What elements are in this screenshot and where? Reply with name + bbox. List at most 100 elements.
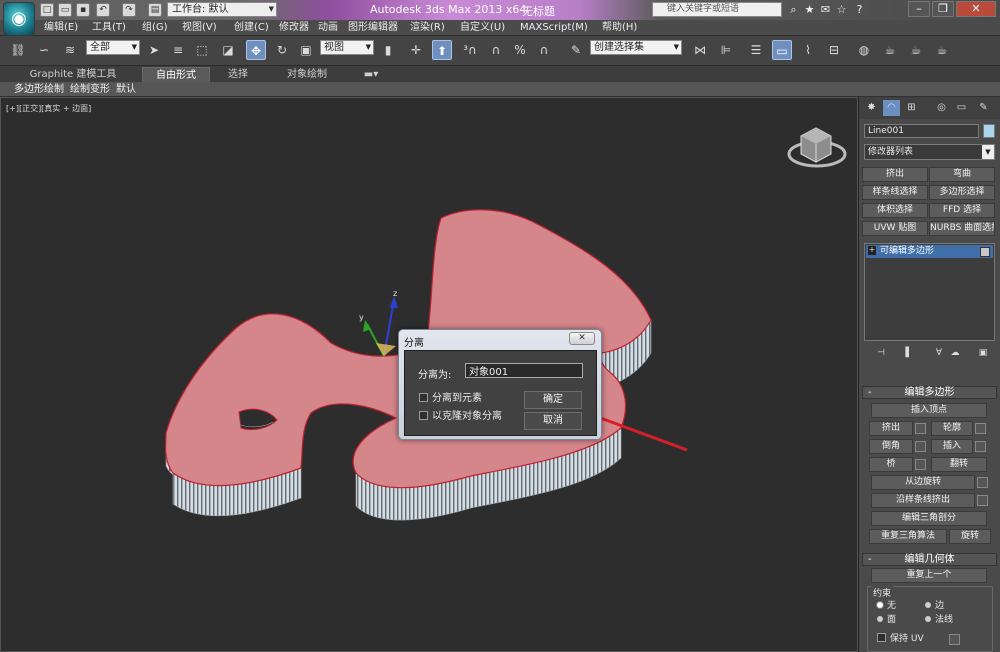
menu-create[interactable]: 创建(C) <box>234 21 269 35</box>
outline-settings-icon[interactable] <box>975 423 986 434</box>
help-icon[interactable]: ? <box>852 2 867 17</box>
communication-icon[interactable]: ✉ <box>818 2 833 17</box>
menu-animation[interactable]: 动画 <box>318 21 338 35</box>
bind-space-warp-icon[interactable]: ≋ <box>60 40 80 60</box>
modifier-nurbs-select-button[interactable]: NURBS 曲面选择 <box>929 221 995 236</box>
constraint-normal-radio[interactable]: 法线 <box>925 615 953 626</box>
bridge-settings-icon[interactable] <box>915 459 926 470</box>
percent-snap-icon[interactable]: % <box>510 40 530 60</box>
hinge-settings-icon[interactable] <box>977 477 988 488</box>
ribbon-options-icon[interactable]: ▬▾ <box>360 67 382 82</box>
rect-selection-icon[interactable]: ⬚ <box>192 40 212 60</box>
constraint-face-radio[interactable]: 面 <box>877 615 896 626</box>
select-manipulate-icon[interactable]: ✛ <box>406 40 426 60</box>
select-object-icon[interactable]: ➤ <box>144 40 164 60</box>
modifier-ffd-select-button[interactable]: FFD 选择 <box>929 203 995 218</box>
minimize-button[interactable]: – <box>908 1 930 17</box>
redo-icon[interactable]: ↷ <box>122 3 136 17</box>
detach-name-input[interactable] <box>465 363 583 378</box>
tab-graphite-modeling[interactable]: Graphite 建模工具 <box>4 67 142 82</box>
insert-vertex-button[interactable]: 插入顶点 <box>871 403 987 418</box>
unlink-icon[interactable]: ∽ <box>34 40 54 60</box>
restore-button[interactable]: ❐ <box>932 1 954 17</box>
bridge-button[interactable]: 桥 <box>869 457 913 472</box>
selection-filter-dropdown[interactable]: 全部 <box>86 40 140 55</box>
cancel-button[interactable]: 取消 <box>524 412 582 430</box>
close-window-button[interactable]: ✕ <box>956 1 996 17</box>
project-folder-icon[interactable]: ▤ <box>148 3 162 17</box>
pivot-center-icon[interactable]: ▮ <box>378 40 398 60</box>
layer-manager-icon[interactable]: ☰ <box>746 40 766 60</box>
mirror-icon[interactable]: ⋈ <box>690 40 710 60</box>
show-end-result-icon[interactable]: ▌ <box>903 347 915 359</box>
object-name-field[interactable]: Line001 <box>864 124 979 138</box>
outline-button[interactable]: 轮廓 <box>931 421 973 436</box>
angle-snap-icon[interactable]: ∩ <box>486 40 506 60</box>
edit-triangulation-button[interactable]: 编辑三角剖分 <box>871 511 987 526</box>
extrude-along-spline-button[interactable]: 沿样条线挤出 <box>871 493 975 508</box>
subscription-icon[interactable]: ★ <box>802 2 817 17</box>
display-tab-icon[interactable]: ▭ <box>953 100 970 116</box>
select-rotate-icon[interactable]: ↻ <box>272 40 292 60</box>
menu-maxscript[interactable]: MAXScript(M) <box>520 21 588 35</box>
material-editor-icon[interactable]: ◍ <box>854 40 874 60</box>
graphite-toggle-icon[interactable]: ▭ <box>772 40 792 60</box>
object-color-swatch[interactable] <box>983 124 995 138</box>
menu-edit[interactable]: 编辑(E) <box>44 21 78 35</box>
snaps-toggle-icon[interactable]: ³∩ <box>460 40 480 60</box>
stack-item-editable-poly[interactable]: 可编辑多边形 <box>866 245 993 258</box>
configure-sets-icon[interactable]: ▣ <box>977 347 989 359</box>
pin-stack-icon[interactable]: ⊣ <box>875 347 887 359</box>
create-tab-icon[interactable]: ✸ <box>863 100 880 116</box>
menu-tools[interactable]: 工具(T) <box>92 21 126 35</box>
modifier-spline-select-button[interactable]: 样条线选择 <box>862 185 928 200</box>
extrude-settings-icon[interactable] <box>915 423 926 434</box>
rollout-edit-polygons[interactable]: 编辑多边形 <box>862 386 997 399</box>
menu-modifiers[interactable]: 修改器 <box>279 21 309 35</box>
turn-button[interactable]: 旋转 <box>949 529 991 544</box>
extrude-spline-settings-icon[interactable] <box>977 495 988 506</box>
preserve-uv-settings-icon[interactable] <box>949 634 960 645</box>
binoculars-icon[interactable]: ⌕ <box>786 2 801 17</box>
subtab-paint-deform[interactable]: 绘制变形 <box>70 83 110 96</box>
radio-dot[interactable] <box>925 602 931 608</box>
modify-tab-icon[interactable]: ◠ <box>883 100 900 116</box>
ok-button[interactable]: 确定 <box>524 391 582 409</box>
motion-tab-icon[interactable]: ◎ <box>933 100 950 116</box>
modifier-poly-select-button[interactable]: 多边形选择 <box>929 185 995 200</box>
workspace-dropdown[interactable]: 工作台: 默认 <box>167 2 277 17</box>
modifier-vol-select-button[interactable]: 体积选择 <box>862 203 928 218</box>
utilities-tab-icon[interactable]: ✎ <box>975 100 992 116</box>
constraint-none-radio[interactable]: 无 <box>877 601 896 612</box>
bevel-button[interactable]: 倒角 <box>869 439 913 454</box>
render-production-icon[interactable]: ☕ <box>932 40 952 60</box>
schematic-view-icon[interactable]: ⊟ <box>824 40 844 60</box>
rendered-frame-icon[interactable]: ☕ <box>906 40 926 60</box>
app-logo[interactable]: ◉ <box>3 2 35 36</box>
make-unique-icon[interactable]: ∀ <box>933 347 945 359</box>
named-selection-dropdown[interactable]: 创建选择集 <box>590 40 682 55</box>
radio-dot[interactable] <box>877 602 883 608</box>
link-icon[interactable]: ⛓ <box>8 40 28 60</box>
checkbox-box[interactable] <box>877 633 886 642</box>
menu-views[interactable]: 视图(V) <box>182 21 217 35</box>
select-by-name-icon[interactable]: ≡ <box>168 40 188 60</box>
render-setup-icon[interactable]: ☕ <box>880 40 900 60</box>
modifier-bend-button[interactable]: 弯曲 <box>929 167 995 182</box>
align-icon[interactable]: ⊫ <box>716 40 736 60</box>
edit-named-selection-icon[interactable]: ✎ <box>566 40 586 60</box>
repeat-last-button[interactable]: 重复上一个 <box>871 568 987 583</box>
checkbox-box[interactable] <box>419 411 428 420</box>
subtab-poly-draw[interactable]: 多边形绘制 <box>14 83 64 96</box>
dialog-close-button[interactable]: ✕ <box>569 332 595 345</box>
extrude-button[interactable]: 挤出 <box>869 421 913 436</box>
tab-freeform[interactable]: 自由形式 <box>142 67 210 82</box>
keyboard-shortcut-override-icon[interactable]: ⬆ <box>432 40 452 60</box>
flip-button[interactable]: 翻转 <box>931 457 987 472</box>
select-move-icon[interactable]: ✥ <box>246 40 266 60</box>
reference-coordinate-dropdown[interactable]: 视图 <box>320 40 374 55</box>
inset-button[interactable]: 插入 <box>931 439 973 454</box>
remove-modifier-icon[interactable]: ☁ <box>949 347 961 359</box>
new-file-icon[interactable]: □ <box>40 3 54 17</box>
menu-help[interactable]: 帮助(H) <box>602 21 637 35</box>
